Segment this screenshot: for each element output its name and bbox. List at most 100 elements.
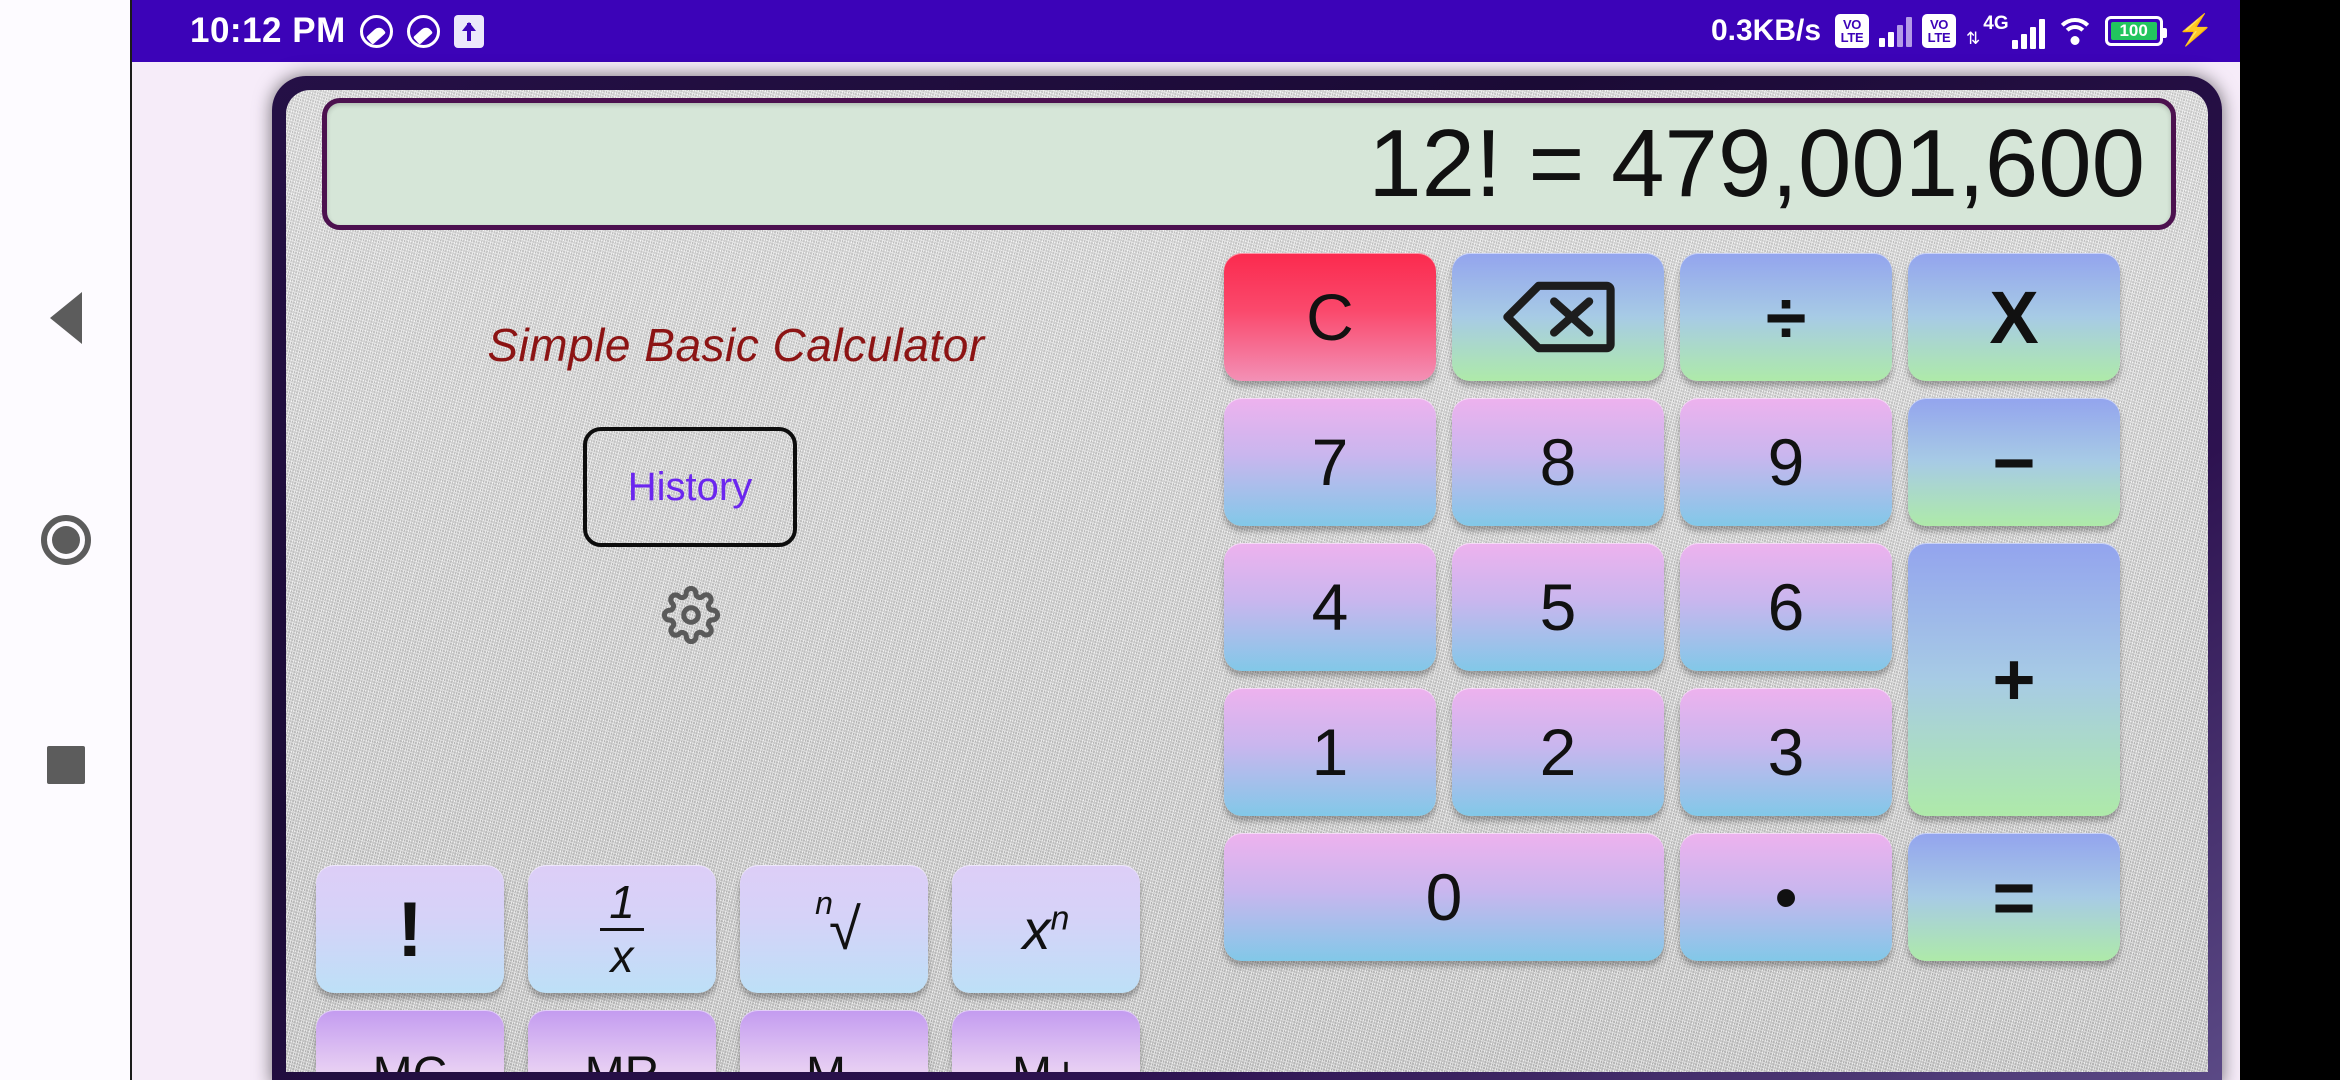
clear-label: C xyxy=(1306,280,1354,354)
radical-icon: √ xyxy=(828,896,861,962)
recents-square-icon xyxy=(47,746,85,784)
signal-icon xyxy=(1879,15,1913,47)
power-base: x xyxy=(1022,897,1051,961)
memory-subtract-label: M- xyxy=(806,1047,862,1073)
equals-label: = xyxy=(1992,855,2036,939)
status-clock: 10:12 PM xyxy=(190,11,346,50)
keypad: C ÷ X 7 8 9 − 4 5 6 + 1 2 3 0 • = xyxy=(1224,253,2140,1072)
memory-add-label: M+ xyxy=(1012,1047,1080,1073)
nth-root-glyph: n√ xyxy=(807,885,861,963)
multiply-label: X xyxy=(1989,275,2039,359)
history-button-label: History xyxy=(627,464,753,509)
subtract-button[interactable]: − xyxy=(1908,398,2120,526)
4g-signal-icon: ⇅ 4G xyxy=(1966,13,2045,49)
screen-letterbox-right xyxy=(2240,0,2340,1080)
digit-0-label: 0 xyxy=(1425,860,1463,934)
memory-button-row: MC MR M- M+ xyxy=(316,1010,1156,1072)
charging-bolt-icon: ⚡ xyxy=(2176,14,2214,47)
memory-subtract-button[interactable]: M- xyxy=(740,1010,928,1072)
decimal-label: • xyxy=(1774,860,1798,934)
digit-7-button[interactable]: 7 xyxy=(1224,398,1436,526)
digit-3-label: 3 xyxy=(1767,715,1805,789)
reciprocal-button[interactable]: 1 x xyxy=(528,865,716,993)
memory-recall-button[interactable]: MR xyxy=(528,1010,716,1072)
nth-root-index: n xyxy=(815,885,833,922)
add-button[interactable]: + xyxy=(1908,543,2120,816)
power-exponent: n xyxy=(1050,898,1070,937)
digit-6-button[interactable]: 6 xyxy=(1680,543,1892,671)
factorial-label: ! xyxy=(397,884,423,973)
back-triangle-icon xyxy=(50,292,82,344)
calculator-body: 12! = 479,001,600 Simple Basic Calculato… xyxy=(286,90,2208,1072)
function-button-row: ! 1 x n√ xn xyxy=(316,865,1156,993)
nav-home-button[interactable] xyxy=(0,485,132,595)
reciprocal-denominator: x xyxy=(610,929,634,982)
divide-label: ÷ xyxy=(1765,275,1807,359)
mute-icon xyxy=(406,14,440,48)
data-type-label: 4G xyxy=(1983,13,2009,34)
subtract-label: − xyxy=(1992,420,2036,504)
memory-clear-button[interactable]: MC xyxy=(316,1010,504,1072)
digit-8-button[interactable]: 8 xyxy=(1452,398,1664,526)
home-circle-icon xyxy=(41,515,91,565)
nav-recents-button[interactable] xyxy=(0,710,132,820)
status-bar-right: 0.3KB/s VO LTE VO LTE ⇅ 4G 100 ⚡ xyxy=(1711,13,2214,49)
status-bar: 10:12 PM 0.3KB/s VO LTE VO LTE ⇅ 4G 100 … xyxy=(132,0,2240,62)
history-button[interactable]: History xyxy=(583,427,797,547)
volte-line-1: VO xyxy=(1929,16,1949,32)
digit-0-button[interactable]: 0 xyxy=(1224,833,1664,961)
factorial-button[interactable]: ! xyxy=(316,865,504,993)
battery-icon: 100 xyxy=(2104,16,2167,46)
power-button[interactable]: xn xyxy=(952,865,1140,993)
nav-back-button[interactable] xyxy=(0,263,132,373)
digit-3-button[interactable]: 3 xyxy=(1680,688,1892,816)
digit-9-button[interactable]: 9 xyxy=(1680,398,1892,526)
memory-recall-label: MR xyxy=(585,1047,660,1073)
digit-1-label: 1 xyxy=(1311,715,1349,789)
signal-icon xyxy=(2011,17,2045,49)
digit-2-button[interactable]: 2 xyxy=(1452,688,1664,816)
reciprocal-glyph: 1 x xyxy=(600,878,644,982)
nth-root-button[interactable]: n√ xyxy=(740,865,928,993)
backspace-icon xyxy=(1503,281,1615,353)
equals-button[interactable]: = xyxy=(1908,833,2120,961)
multiply-button[interactable]: X xyxy=(1908,253,2120,381)
memory-clear-label: MC xyxy=(373,1047,448,1073)
settings-button[interactable] xyxy=(656,580,726,650)
decimal-button[interactable]: • xyxy=(1680,833,1892,961)
digit-4-button[interactable]: 4 xyxy=(1224,543,1436,671)
phone-screen: 10:12 PM 0.3KB/s VO LTE VO LTE ⇅ 4G 100 … xyxy=(0,0,2240,1080)
network-speed-text: 0.3KB/s xyxy=(1710,14,1822,47)
battery-level-label: 100 xyxy=(2110,21,2157,40)
upload-icon xyxy=(453,14,484,48)
wifi-icon xyxy=(2054,16,2095,46)
status-bar-left: 10:12 PM xyxy=(190,11,484,51)
digit-8-label: 8 xyxy=(1539,425,1577,499)
volte-icon: VO LTE xyxy=(1835,14,1870,48)
page-title: Simple Basic Calculator xyxy=(487,319,985,371)
reciprocal-numerator: 1 xyxy=(600,878,644,931)
calculator-app-frame: 12! = 479,001,600 Simple Basic Calculato… xyxy=(272,76,2222,1080)
data-arrows-icon: ⇅ xyxy=(1966,29,1981,48)
memory-add-button[interactable]: M+ xyxy=(952,1010,1140,1072)
calculator-display[interactable]: 12! = 479,001,600 xyxy=(322,98,2176,230)
digit-1-button[interactable]: 1 xyxy=(1224,688,1436,816)
backspace-button[interactable] xyxy=(1452,253,1664,381)
add-label: + xyxy=(1992,638,2036,721)
digit-2-label: 2 xyxy=(1539,715,1577,789)
digit-5-button[interactable]: 5 xyxy=(1452,543,1664,671)
divide-button[interactable]: ÷ xyxy=(1680,253,1892,381)
volte-icon: VO LTE xyxy=(1922,14,1957,48)
power-glyph: xn xyxy=(1023,897,1070,962)
android-navigation-bar xyxy=(0,0,132,1080)
digit-7-label: 7 xyxy=(1311,425,1349,499)
digit-6-label: 6 xyxy=(1767,570,1805,644)
digit-4-label: 4 xyxy=(1311,570,1349,644)
gear-icon xyxy=(662,586,720,644)
clear-button[interactable]: C xyxy=(1224,253,1436,381)
mute-icon xyxy=(359,14,393,48)
digit-5-label: 5 xyxy=(1539,570,1577,644)
display-value: 12! = 479,001,600 xyxy=(1368,110,2145,217)
volte-line-2: LTE xyxy=(1840,30,1864,45)
volte-line-1: VO xyxy=(1842,16,1862,32)
